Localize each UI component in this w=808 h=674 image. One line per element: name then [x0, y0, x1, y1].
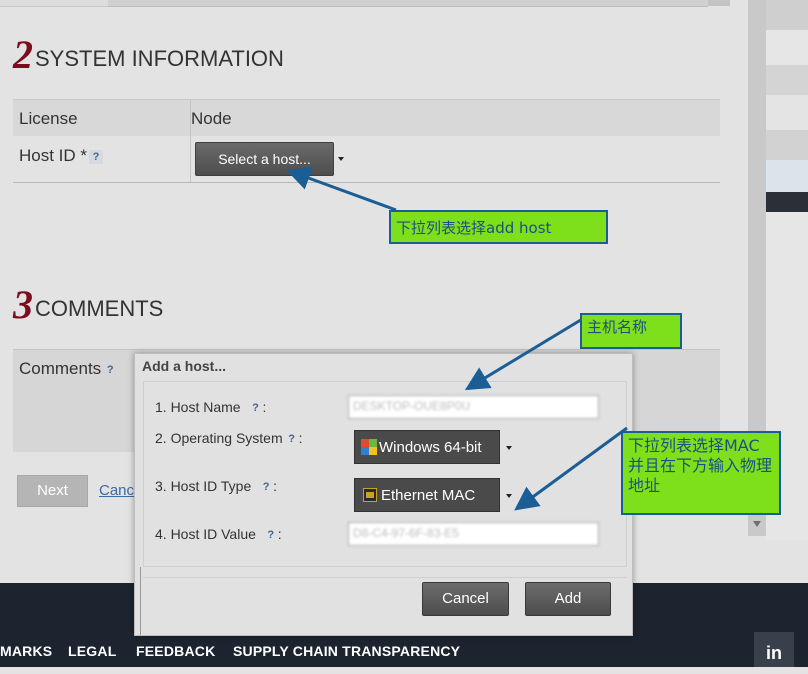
dialog-edge [140, 567, 141, 635]
help-icon[interactable]: ? [285, 432, 299, 446]
host-id-label: Host ID *? [19, 146, 104, 166]
footer-link-feedback[interactable]: FEEDBACK [136, 643, 215, 659]
dialog-footer-divider [143, 577, 627, 578]
help-icon[interactable]: ? [103, 363, 117, 377]
windows-logo-icon [361, 439, 377, 455]
next-button[interactable]: Next [17, 475, 88, 507]
help-icon[interactable]: ? [264, 528, 278, 542]
ethernet-card-icon [363, 488, 377, 502]
section-title: COMMENTS [35, 296, 164, 321]
top-table-remnant [0, 0, 750, 8]
annotation-host-name: 主机名称 [580, 313, 682, 349]
footer-link-legal[interactable]: LEGAL [68, 643, 116, 659]
comments-heading: 3 COMMENTS [13, 282, 164, 327]
caret-down-icon[interactable] [338, 157, 344, 161]
annotation-select-add-host: 下拉列表选择add host [389, 210, 608, 244]
footer-link-marks[interactable]: MARKS [0, 643, 52, 659]
node-label: Node [191, 109, 232, 128]
comments-label: Comments? [19, 359, 117, 379]
system-information-table: License Node Host ID *? [13, 99, 720, 183]
operating-system-label: 2. Operating System?: [155, 430, 303, 446]
annotation-select-mac: 下拉列表选择MAC并且在下方输入物理地址 [621, 431, 781, 515]
license-label: License [19, 109, 78, 128]
host-id-value-input[interactable]: D8-C4-97-6F-83-E5 [348, 522, 599, 546]
section-number: 2 [13, 32, 33, 77]
operating-system-select[interactable]: Windows 64-bit [354, 430, 500, 464]
caret-down-icon[interactable] [506, 494, 512, 498]
help-icon[interactable]: ? [248, 401, 262, 415]
help-icon[interactable]: ? [89, 149, 104, 164]
scroll-down-icon[interactable] [753, 521, 761, 527]
dialog-cancel-button[interactable]: Cancel [422, 582, 509, 616]
select-host-button[interactable]: Select a host... [195, 142, 334, 176]
caret-down-icon[interactable] [506, 446, 512, 450]
dialog-add-button[interactable]: Add [525, 582, 611, 616]
dialog-title: Add a host... [142, 358, 226, 374]
system-information-heading: 2 SYSTEM INFORMATION [13, 32, 284, 77]
section-number: 3 [13, 282, 33, 327]
host-name-label: 1. Host Name ?: [155, 399, 267, 415]
host-name-input[interactable]: DESKTOP-OUE8P0U [348, 395, 599, 419]
host-id-type-label: 3. Host ID Type ?: [155, 478, 278, 494]
footer-link-supply-chain[interactable]: SUPPLY CHAIN TRANSPARENCY [233, 643, 460, 659]
host-id-type-select[interactable]: Ethernet MAC [354, 478, 500, 512]
section-title: SYSTEM INFORMATION [35, 46, 284, 71]
help-icon[interactable]: ? [259, 480, 273, 494]
host-id-value-label: 4. Host ID Value ?: [155, 526, 282, 542]
linkedin-icon[interactable]: in [754, 632, 794, 667]
